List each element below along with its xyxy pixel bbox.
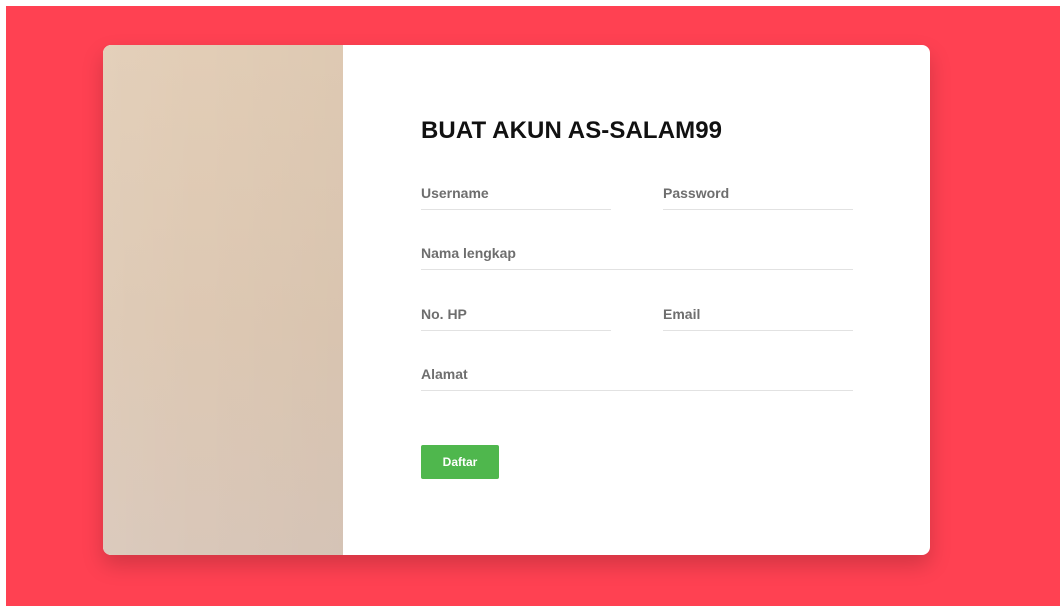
register-card: BUAT AKUN AS-SALAM99 Daftar — [103, 45, 930, 555]
username-input[interactable] — [421, 184, 611, 210]
email-input[interactable] — [663, 305, 853, 331]
page-background: BUAT AKUN AS-SALAM99 Daftar — [6, 6, 1060, 606]
password-input[interactable] — [663, 184, 853, 210]
phone-input[interactable] — [421, 305, 611, 331]
side-image — [103, 45, 343, 555]
address-input[interactable] — [421, 365, 853, 391]
full-name-input[interactable] — [421, 244, 853, 270]
register-form: BUAT AKUN AS-SALAM99 Daftar — [421, 45, 855, 555]
form-title: BUAT AKUN AS-SALAM99 — [421, 117, 723, 144]
register-button[interactable]: Daftar — [421, 445, 499, 479]
